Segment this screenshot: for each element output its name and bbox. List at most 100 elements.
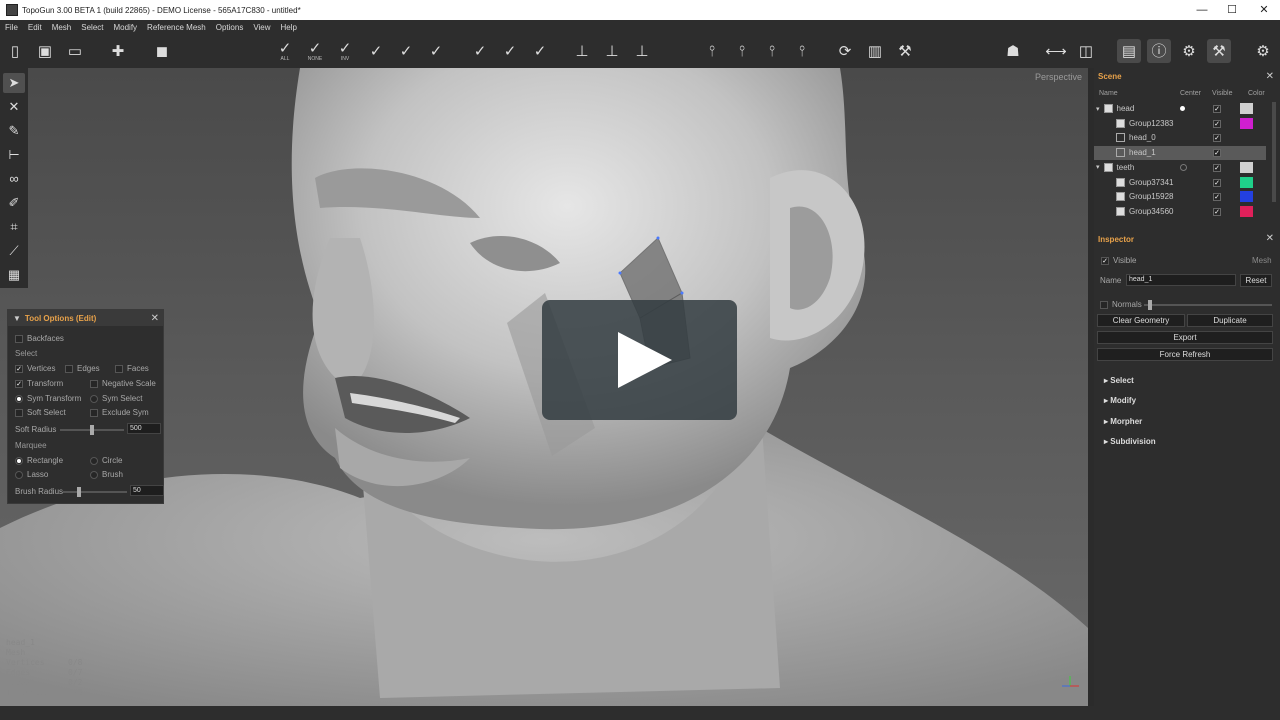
brush-radius-slider[interactable] xyxy=(63,487,127,497)
sym-transform-radio[interactable]: Sym Transform xyxy=(15,394,81,403)
normals-checkbox[interactable]: Normals xyxy=(1100,300,1142,309)
color-swatch[interactable] xyxy=(1240,176,1253,188)
bridge-tool-icon[interactable]: ⊢ xyxy=(3,145,25,165)
color-swatch[interactable] xyxy=(1240,191,1253,203)
vertices-checkbox[interactable]: ✓ Vertices xyxy=(15,364,55,373)
visible-toggle[interactable]: ✓ xyxy=(1213,105,1221,113)
menu-help[interactable]: Help xyxy=(276,23,302,32)
color-swatch[interactable] xyxy=(1240,117,1253,129)
sym-select-radio[interactable]: Sym Select xyxy=(90,394,142,403)
fill-tool-icon[interactable]: ⌗ xyxy=(3,217,25,237)
expand-toggle-icon[interactable]: ▾ xyxy=(1096,163,1100,171)
force-refresh-button[interactable]: Force Refresh xyxy=(1097,348,1273,361)
scene-row-head_0[interactable]: head_0 ✓ xyxy=(1094,131,1266,145)
draw-tool-icon[interactable]: ✎ xyxy=(3,121,25,141)
color-swatch[interactable] xyxy=(1240,161,1253,173)
tool-settings-icon[interactable]: ⚙ xyxy=(1177,39,1201,63)
maximize-button[interactable]: ☐ xyxy=(1216,0,1248,20)
menu-options[interactable]: Options xyxy=(211,23,249,32)
visible-toggle[interactable]: ✓ xyxy=(1213,134,1221,143)
section-subdivision[interactable]: ▸ Subdivision xyxy=(1104,437,1156,446)
exclude-sym-checkbox[interactable]: Exclude Sym xyxy=(90,408,149,417)
scene-close-icon[interactable]: ✕ xyxy=(1266,71,1274,82)
column-visible[interactable]: Visible xyxy=(1212,90,1233,97)
scene-row-head_1[interactable]: head_1 ✓ xyxy=(1094,146,1266,161)
inspector-panel-icon[interactable]: ⓘ xyxy=(1147,39,1171,63)
menu-reference-mesh[interactable]: Reference Mesh xyxy=(142,23,211,32)
menu-view[interactable]: View xyxy=(248,23,275,32)
duplicate-button[interactable]: Duplicate xyxy=(1187,314,1273,327)
clear-geometry-button[interactable]: Clear Geometry xyxy=(1097,314,1185,327)
brush-tool-icon[interactable]: ✐ xyxy=(3,193,25,213)
visible-toggle[interactable]: ✓ xyxy=(1213,119,1221,128)
menu-modify[interactable]: Modify xyxy=(108,23,142,32)
edges-checkbox[interactable]: Edges xyxy=(65,364,100,373)
visible-checkbox[interactable]: ✓ Visible xyxy=(1101,256,1136,265)
negative-scale-checkbox[interactable]: Negative Scale xyxy=(90,379,156,388)
scene-row-group37341[interactable]: Group37341 ✓ xyxy=(1094,176,1266,190)
visible-toggle[interactable]: ✓ xyxy=(1213,207,1221,216)
select-grow-icon[interactable]: ✓ xyxy=(364,39,388,63)
select-ring-icon[interactable]: ✓ xyxy=(468,39,492,63)
collapse-triangle-icon[interactable]: ▼ xyxy=(13,314,21,323)
rectangle-radio[interactable]: Rectangle xyxy=(15,456,63,465)
delete-icon[interactable]: ▥ xyxy=(863,39,887,63)
edit-tool-icon[interactable]: ➤ xyxy=(3,73,25,93)
preferences-gear-icon[interactable]: ⚙ xyxy=(1251,39,1275,63)
tool-options-icon[interactable]: ⚒ xyxy=(1207,39,1231,63)
close-button[interactable]: ✕ xyxy=(1248,0,1280,20)
menu-mesh[interactable]: Mesh xyxy=(47,23,77,32)
lasso-radio[interactable]: Lasso xyxy=(15,470,48,479)
scene-panel-icon[interactable]: ▤ xyxy=(1117,39,1141,63)
collapse-icon[interactable]: ⊥ xyxy=(630,39,654,63)
tools-icon[interactable]: ⚒ xyxy=(893,39,917,63)
save-icon[interactable]: ▣ xyxy=(33,39,57,63)
scene-row-group12383[interactable]: Group12383 ✓ xyxy=(1094,117,1266,131)
column-color[interactable]: Color xyxy=(1248,90,1265,97)
brush-radio[interactable]: Brush xyxy=(90,470,123,479)
minimize-button[interactable]: — xyxy=(1186,0,1218,20)
tool-options-close-icon[interactable]: ✕ xyxy=(151,313,159,324)
select-loop-icon[interactable]: ✓ xyxy=(424,39,448,63)
section-select[interactable]: ▸ Select xyxy=(1104,376,1134,385)
column-center[interactable]: Center xyxy=(1180,90,1201,97)
reset-button[interactable]: Reset xyxy=(1240,274,1272,287)
color-swatch[interactable] xyxy=(1240,103,1253,114)
align-x-icon[interactable]: ⫯ xyxy=(700,39,724,63)
color-swatch[interactable] xyxy=(1240,205,1253,217)
soft-radius-slider[interactable] xyxy=(60,425,124,435)
center-pivot-icon[interactable] xyxy=(1180,163,1187,171)
soft-select-checkbox[interactable]: Soft Select xyxy=(15,408,66,417)
visible-toggle[interactable]: ✓ xyxy=(1213,163,1221,172)
viewport-camera-label[interactable]: Perspective xyxy=(1035,72,1082,82)
select-element-icon[interactable]: ✓ xyxy=(528,39,552,63)
scene-row-group15928[interactable]: Group15928 ✓ xyxy=(1094,190,1266,204)
teapot-icon[interactable]: ☗ xyxy=(1001,39,1025,63)
create-tool-icon[interactable]: ✕ xyxy=(3,97,25,117)
reference-mesh-icon[interactable]: ◼ xyxy=(150,39,174,63)
new-file-icon[interactable]: ▯ xyxy=(3,39,27,63)
faces-checkbox[interactable]: Faces xyxy=(115,364,149,373)
scene-row-group34560[interactable]: Group34560 ✓ xyxy=(1094,205,1266,219)
menu-file[interactable]: File xyxy=(0,23,23,32)
export-button[interactable]: Export xyxy=(1097,331,1273,344)
circle-radio[interactable]: Circle xyxy=(90,456,122,465)
visible-toggle[interactable]: ✓ xyxy=(1213,193,1221,202)
section-morpher[interactable]: ▸ Morpher xyxy=(1104,417,1142,426)
select-invert-button[interactable]: ✓ INV xyxy=(333,39,357,63)
scene-scrollbar[interactable] xyxy=(1272,102,1276,202)
viewport-settings-icon[interactable]: ◫ xyxy=(1074,39,1098,63)
select-border-icon[interactable]: ✓ xyxy=(498,39,522,63)
add-icon[interactable]: ✚ xyxy=(106,39,130,63)
align-z-icon[interactable]: ⫯ xyxy=(760,39,784,63)
cut-tool-icon[interactable]: ⟋ xyxy=(3,241,25,261)
expand-toggle-icon[interactable]: ▾ xyxy=(1096,105,1100,113)
video-play-overlay[interactable] xyxy=(542,300,737,420)
scene-row-teeth[interactable]: ▾ teeth ✓ xyxy=(1094,161,1266,175)
tool-options-header[interactable]: ▼ Tool Options (Edit) ✕ xyxy=(8,310,163,326)
open-icon[interactable]: ▭ xyxy=(63,39,87,63)
name-input[interactable]: head_1 xyxy=(1126,274,1236,286)
align-normal-icon[interactable]: ⫯ xyxy=(790,39,814,63)
soft-radius-input[interactable]: 500 xyxy=(127,423,161,434)
tubes-tool-icon[interactable]: ∞ xyxy=(3,169,25,189)
